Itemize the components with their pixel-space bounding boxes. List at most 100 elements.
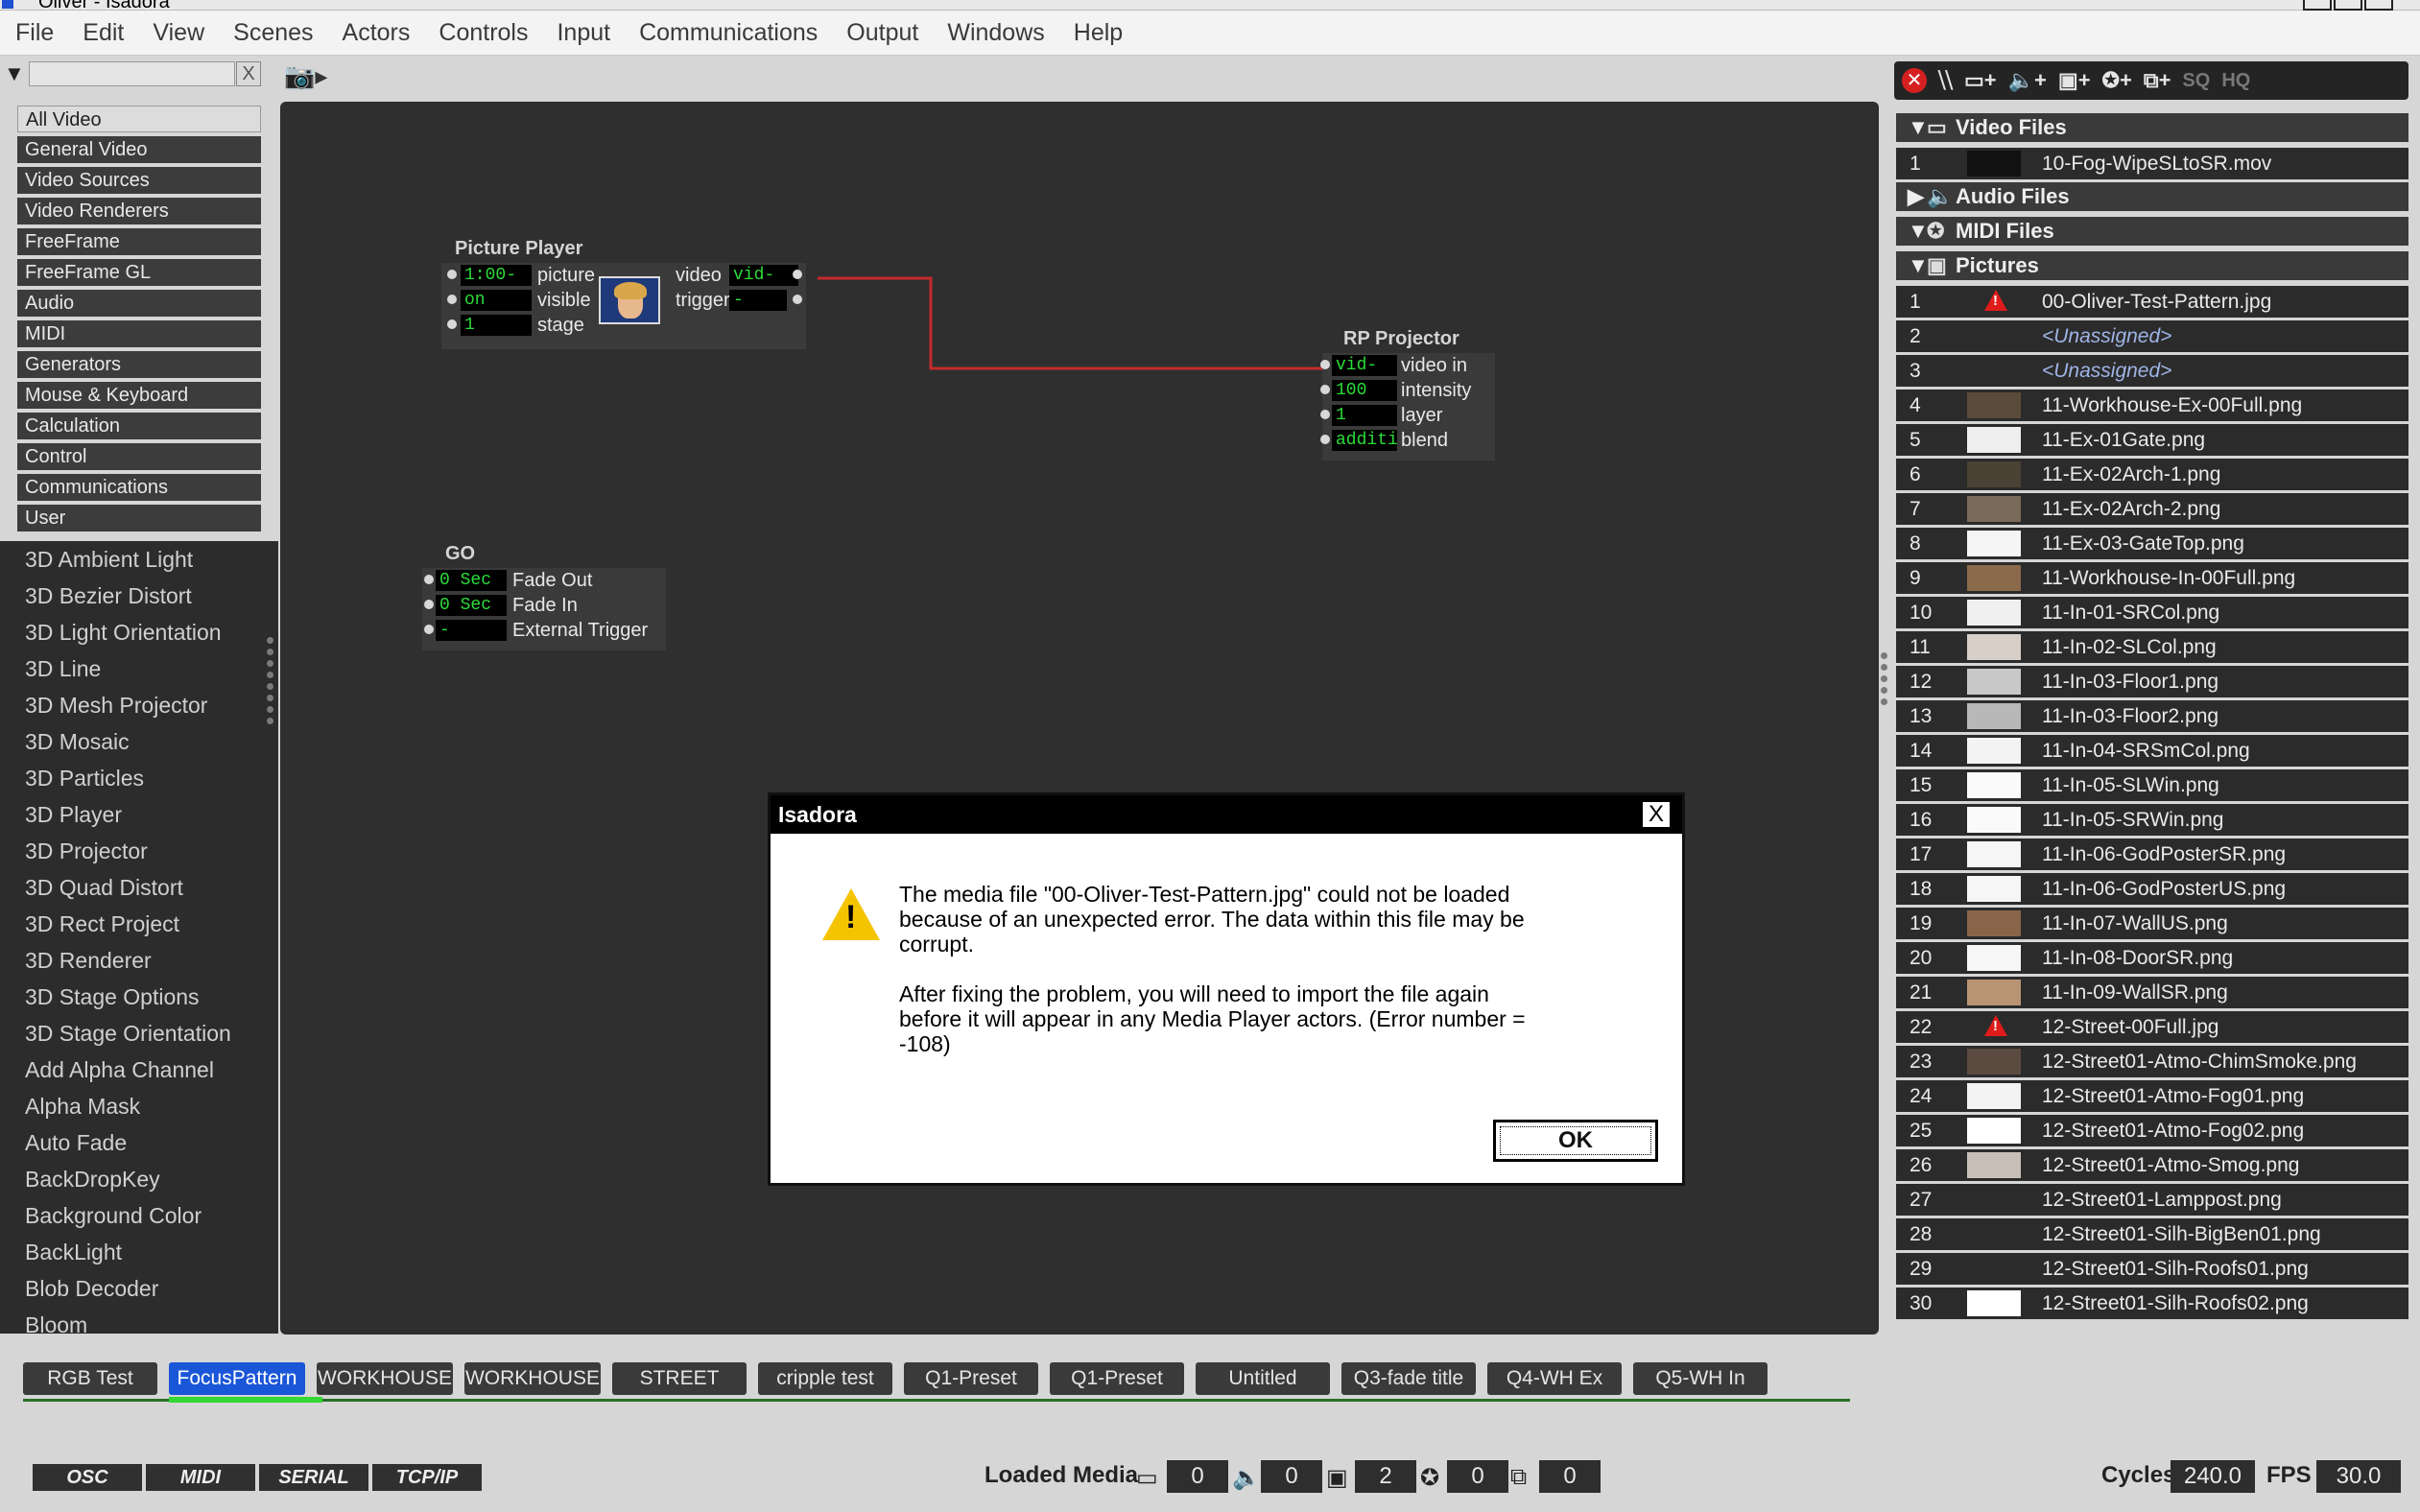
collapse-triangle-icon[interactable]: ▼ — [1908, 217, 1929, 246]
menu-windows[interactable]: Windows — [934, 19, 1057, 47]
media-row[interactable]: 20 11-In-08-DoorSR.png — [1896, 942, 2408, 974]
category-item[interactable]: Calculation — [17, 413, 261, 439]
media-row[interactable]: 1 10-Fog-WipeSLtoSR.mov — [1896, 148, 2408, 179]
add-midi-button[interactable]: ✪+ — [2102, 68, 2132, 93]
clear-search-button[interactable]: X — [236, 61, 261, 86]
actor-list-item[interactable]: 3D Stage Options — [0, 979, 278, 1015]
hq-button[interactable]: HQ — [2221, 70, 2250, 92]
maximize-button[interactable] — [2334, 0, 2362, 11]
scene-button[interactable]: Q1-Preset — [1050, 1362, 1184, 1395]
scene-button[interactable]: FocusPattern — [169, 1362, 305, 1395]
media-row[interactable]: 17 11-In-06-GodPosterSR.png — [1896, 839, 2408, 870]
video-files-section[interactable]: ▼▭ Video Files — [1896, 113, 2408, 142]
category-item[interactable]: Video Sources — [17, 167, 261, 194]
unlink-icon[interactable]: ⧹⧹ — [1938, 68, 1953, 93]
stage-input-port[interactable] — [447, 319, 457, 329]
audio-files-section[interactable]: ▶ 🔈 Audio Files — [1896, 182, 2408, 211]
scene-button[interactable]: Q4-WH Ex — [1487, 1362, 1622, 1395]
menu-controls[interactable]: Controls — [425, 19, 541, 47]
close-window-button[interactable] — [2364, 0, 2393, 11]
midi-button[interactable]: MIDI — [146, 1464, 255, 1491]
media-row[interactable]: 22 12-Street-00Full.jpg — [1896, 1011, 2408, 1043]
layer-port[interactable] — [1320, 410, 1330, 419]
actor-list-item[interactable]: 3D Mosaic — [0, 723, 278, 760]
filter-menu-icon[interactable]: ▼ — [4, 61, 25, 86]
category-item[interactable]: Audio — [17, 290, 261, 317]
pictures-section[interactable]: ▼▣ Pictures — [1896, 251, 2408, 280]
visible-input-port[interactable] — [447, 295, 457, 304]
media-row[interactable]: 4 11-Workhouse-Ex-00Full.png — [1896, 390, 2408, 421]
category-item[interactable]: Video Renderers — [17, 198, 261, 224]
video-in-port[interactable] — [1320, 360, 1330, 369]
fade-out-value[interactable]: 0 Sec — [436, 570, 507, 591]
ok-button[interactable]: OK — [1493, 1120, 1658, 1162]
actor-list-item[interactable]: BackDropKey — [0, 1161, 278, 1197]
media-row[interactable]: 23 12-Street01-Atmo-ChimSmoke.png — [1896, 1046, 2408, 1077]
media-row[interactable]: 2 <Unassigned> — [1896, 320, 2408, 352]
dialog-close-button[interactable]: X — [1642, 801, 1671, 828]
actor-search-input[interactable] — [29, 61, 235, 86]
intensity-port[interactable] — [1320, 385, 1330, 394]
media-row[interactable]: 29 12-Street01-Silh-Roofs01.png — [1896, 1253, 2408, 1285]
media-row[interactable]: 1 00-Oliver-Test-Pattern.jpg — [1896, 286, 2408, 318]
menu-view[interactable]: View — [139, 19, 218, 47]
scene-button[interactable]: RGB Test — [23, 1362, 157, 1395]
serial-button[interactable]: SERIAL — [259, 1464, 368, 1491]
media-row[interactable]: 18 11-In-06-GodPosterUS.png — [1896, 873, 2408, 905]
actor-list-item[interactable]: 3D Renderer — [0, 942, 278, 979]
fade-out-port[interactable] — [424, 575, 434, 584]
category-item[interactable]: Mouse & Keyboard — [17, 382, 261, 409]
add-video-button[interactable]: ▭+ — [1964, 68, 1997, 93]
actor-list-item[interactable]: 3D Stage Orientation — [0, 1015, 278, 1051]
actor-list-item[interactable]: 3D Bezier Distort — [0, 578, 278, 614]
menu-communications[interactable]: Communications — [626, 19, 831, 47]
category-item[interactable]: FreeFrame — [17, 228, 261, 255]
category-item[interactable]: User — [17, 505, 261, 532]
category-item[interactable]: All Video — [17, 106, 261, 132]
go-actor[interactable]: 0 Sec Fade Out 0 Sec Fade In - External … — [422, 568, 666, 650]
category-item[interactable]: Communications — [17, 474, 261, 501]
add-picture-button[interactable]: ▣+ — [2058, 68, 2091, 93]
add-audio-button[interactable]: 🔈+ — [2008, 68, 2047, 93]
media-row[interactable]: 27 12-Street01-Lamppost.png — [1896, 1184, 2408, 1216]
actor-list-scroll-grip[interactable] — [267, 637, 274, 733]
category-item[interactable]: Control — [17, 443, 261, 470]
menu-scenes[interactable]: Scenes — [220, 19, 326, 47]
menu-output[interactable]: Output — [833, 19, 932, 47]
actor-list-item[interactable]: 3D Particles — [0, 760, 278, 796]
add-3d-model-button[interactable]: ⧉+ — [2144, 68, 2171, 93]
category-item[interactable]: Generators — [17, 351, 261, 378]
intensity-value[interactable]: 100 — [1332, 380, 1397, 401]
actor-list-item[interactable]: Auto Fade — [0, 1124, 278, 1161]
media-row[interactable]: 19 11-In-07-WallUS.png — [1896, 908, 2408, 939]
menu-file[interactable]: File — [2, 19, 67, 47]
fade-in-port[interactable] — [424, 600, 434, 609]
actor-list-item[interactable]: 3D Mesh Projector — [0, 687, 278, 723]
media-row[interactable]: 21 11-In-09-WallSR.png — [1896, 977, 2408, 1008]
menu-edit[interactable]: Edit — [69, 19, 137, 47]
media-row[interactable]: 11 11-In-02-SLCol.png — [1896, 631, 2408, 663]
external-trigger-value[interactable]: - — [436, 620, 507, 641]
collapse-triangle-icon[interactable]: ▼ — [1908, 113, 1929, 142]
menu-actors[interactable]: Actors — [329, 19, 424, 47]
actor-list-item[interactable]: 3D Quad Distort — [0, 869, 278, 906]
actor-list-item[interactable]: Alpha Mask — [0, 1088, 278, 1124]
expand-triangle-icon[interactable]: ▶ — [1908, 182, 1927, 211]
media-row[interactable]: 12 11-In-03-Floor1.png — [1896, 666, 2408, 697]
actor-list-item[interactable]: Background Color — [0, 1197, 278, 1234]
actor-list-item[interactable]: 3D Rect Project — [0, 906, 278, 942]
scene-button[interactable]: cripple test — [758, 1362, 892, 1395]
menu-help[interactable]: Help — [1060, 19, 1136, 47]
category-item[interactable]: General Video — [17, 136, 261, 163]
trigger-output-port[interactable] — [793, 295, 802, 304]
video-in-value[interactable]: vid-cpu — [1332, 355, 1397, 376]
scene-button[interactable]: STREET — [612, 1362, 747, 1395]
media-row[interactable]: 13 11-In-03-Floor2.png — [1896, 700, 2408, 732]
media-row[interactable]: 30 12-Street01-Silh-Roofs02.png — [1896, 1288, 2408, 1319]
rp-projector-actor[interactable]: vid-cpu video in 100 intensity 1 layer a… — [1320, 353, 1495, 461]
media-row[interactable]: 15 11-In-05-SLWin.png — [1896, 769, 2408, 801]
actor-list-item[interactable]: Blob Decoder — [0, 1270, 278, 1307]
media-row[interactable]: 3 <Unassigned> — [1896, 355, 2408, 387]
scene-button[interactable]: Q1-Preset — [904, 1362, 1038, 1395]
stage-input-value[interactable]: 1 — [461, 315, 532, 336]
